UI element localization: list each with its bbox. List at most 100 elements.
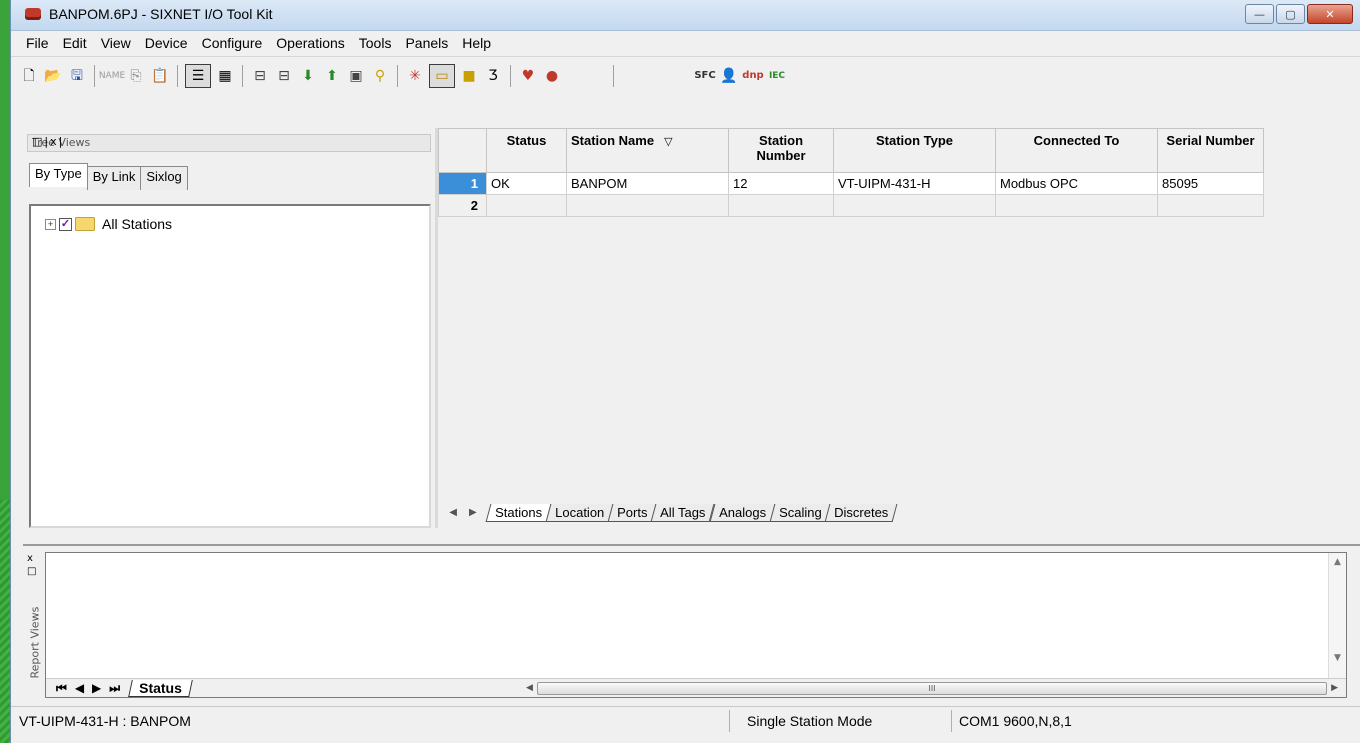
event-icon[interactable]: ● <box>542 66 562 86</box>
record-nav: ⏮ ◀ ▶ ⏭ <box>46 681 120 696</box>
upload-icon[interactable]: ⬆ <box>322 66 342 86</box>
maximize-button[interactable]: ▢ <box>1276 4 1305 24</box>
read-icon[interactable]: ▣ <box>346 66 366 86</box>
menu-view[interactable]: View <box>94 35 138 51</box>
cell-connected-to[interactable] <box>995 194 1158 217</box>
scroll-right-icon[interactable]: ▶ <box>1331 683 1338 693</box>
monitor-icon[interactable]: ▭ <box>429 64 455 88</box>
menu-device[interactable]: Device <box>138 35 195 51</box>
menu-edit[interactable]: Edit <box>56 35 94 51</box>
open-icon[interactable]: 📂 <box>43 66 63 86</box>
column-header-serial-number[interactable]: Serial Number <box>1157 128 1264 173</box>
report-views-close-icon[interactable]: x □ <box>27 552 36 578</box>
menu-configure[interactable]: Configure <box>195 35 270 51</box>
status-bar: VT-UIPM-431-H : BANPOM Single Station Mo… <box>11 706 1360 735</box>
menu-panels[interactable]: Panels <box>398 35 455 51</box>
cell-connected-to[interactable]: Modbus OPC <box>995 172 1158 195</box>
scroll-left-icon[interactable]: ◀ <box>526 683 533 693</box>
column-header-station-number[interactable]: Station Number <box>728 128 834 173</box>
toolbar-row: 🗋 📂 🖫 NAME ⎘ 📋 ☰ ▦ ⊟ ⊟ ⬇ ⬆ ▣ ⚲ ✳ ▭ ■ Ʒ ♥… <box>19 64 787 88</box>
checkbox-icon[interactable]: ✓ <box>59 217 72 231</box>
column-header-status[interactable]: Status <box>486 128 567 173</box>
rename-icon[interactable]: NAME <box>99 66 125 86</box>
status-port: COM1 9600,N,8,1 <box>959 713 1072 729</box>
column-header-station-type[interactable]: Station Type <box>833 128 996 173</box>
tree-node-all-stations[interactable]: + ✓ All Stations <box>45 216 172 232</box>
sheet-tab-ports[interactable]: Ports <box>607 504 657 522</box>
cell-station-number[interactable] <box>728 194 834 217</box>
tab-scroll-right-icon[interactable]: ▶ <box>469 507 477 518</box>
tab-by-type[interactable]: By Type <box>29 163 88 187</box>
toolbar-separator <box>510 65 511 87</box>
cell-serial-number[interactable] <box>1157 194 1264 217</box>
user-icon[interactable]: 👤 <box>719 66 739 86</box>
row-number[interactable]: 2 <box>438 194 487 217</box>
list-view-icon[interactable]: ☰ <box>185 64 211 88</box>
copy-icon[interactable]: ⎘ <box>126 66 146 86</box>
paste-icon[interactable]: 📋 <box>150 66 170 86</box>
menu-operations[interactable]: Operations <box>269 35 351 51</box>
first-record-icon[interactable]: ⏮ <box>56 681 67 696</box>
cell-station-name[interactable] <box>566 194 729 217</box>
next-record-icon[interactable]: ▶ <box>92 681 101 696</box>
corner-header[interactable] <box>438 128 487 173</box>
cell-station-type[interactable] <box>833 194 996 217</box>
tool-icon[interactable]: Ʒ <box>483 66 503 86</box>
scroll-thumb[interactable]: III <box>536 681 1328 695</box>
iec-icon[interactable]: IEC <box>767 66 787 86</box>
column-header-connected-to[interactable]: Connected To <box>995 128 1158 173</box>
sfc-icon[interactable]: SFC <box>694 66 715 86</box>
sheet-tab-analogs[interactable]: Analogs <box>709 504 776 522</box>
sheet-tab-label: Location <box>555 505 605 520</box>
tree-view: + ✓ All Stations <box>29 204 431 528</box>
toolbar: 🗋 📂 🖫 NAME ⎘ 📋 ☰ ▦ ⊟ ⊟ ⬇ ⬆ ▣ ⚲ ✳ ▭ ■ Ʒ ♥… <box>11 56 1360 127</box>
sheet-tab-all-tags[interactable]: All Tags <box>651 504 716 522</box>
minimize-button[interactable]: — <box>1245 4 1274 24</box>
io-test-icon[interactable]: ✳ <box>405 66 425 86</box>
find-icon[interactable]: ⚲ <box>370 66 390 86</box>
scroll-up-icon[interactable]: ▲ <box>1329 557 1346 567</box>
save-icon[interactable]: 🖫 <box>67 66 87 86</box>
add-station-icon[interactable]: ⊟ <box>250 66 270 86</box>
cell-station-number[interactable]: 12 <box>728 172 834 195</box>
tab-sixlog[interactable]: Sixlog <box>140 166 188 190</box>
last-record-icon[interactable]: ⏭ <box>109 681 120 696</box>
report-views-sidebar: x □ Report Views <box>23 552 43 697</box>
dnp-icon[interactable]: dnp <box>742 66 763 86</box>
sheet-tab-scaling[interactable]: Scaling <box>769 504 831 522</box>
download-icon[interactable]: ⬇ <box>298 66 318 86</box>
row-number[interactable]: 1 <box>438 172 487 195</box>
cell-station-type[interactable]: VT-UIPM-431-H <box>833 172 996 195</box>
new-icon[interactable]: 🗋 <box>19 66 39 86</box>
prev-record-icon[interactable]: ◀ <box>75 681 84 696</box>
cell-station-name[interactable]: BANPOM <box>566 172 729 195</box>
sheet-tab-stations[interactable]: Stations <box>485 504 552 522</box>
scroll-down-icon[interactable]: ▼ <box>1329 653 1346 663</box>
report-views-panel: x □ Report Views ▲ ▼ ⏮ ◀ ▶ ⏭ Status ◀ III… <box>23 544 1360 702</box>
report-tab-status[interactable]: Status <box>128 679 193 697</box>
table-row[interactable]: 1 OK BANPOM 12 VT-UIPM-431-H Modbus OPC … <box>438 172 1264 195</box>
close-button[interactable]: ✕ <box>1307 4 1353 24</box>
column-header-station-name[interactable]: Station Name ▽ <box>566 128 729 173</box>
table-row[interactable]: 2 <box>438 194 1264 217</box>
tab-scroll-left-icon[interactable]: ◀ <box>449 507 457 518</box>
sheet-tab-discretes[interactable]: Discretes <box>824 504 899 522</box>
diagnostic-icon[interactable]: ♥ <box>518 66 538 86</box>
menu-file[interactable]: File <box>19 35 56 51</box>
menu-help[interactable]: Help <box>455 35 498 51</box>
cell-serial-number[interactable]: 85095 <box>1157 172 1264 195</box>
grid-view-icon[interactable]: ▦ <box>215 66 235 86</box>
tree-views-controls[interactable]: □|x| <box>32 135 426 148</box>
tab-by-link[interactable]: By Link <box>86 166 142 190</box>
sheet-tabs: ◀ ▶ Stations Location Ports All Tags Ana… <box>438 500 899 522</box>
cell-status[interactable]: OK <box>486 172 567 195</box>
horizontal-scrollbar[interactable]: ◀ III ▶ <box>526 681 1338 695</box>
station-icon[interactable]: ⊟ <box>274 66 294 86</box>
status-station: VT-UIPM-431-H : BANPOM <box>19 713 191 729</box>
module-icon[interactable]: ■ <box>459 66 479 86</box>
cell-status[interactable] <box>486 194 567 217</box>
vertical-scrollbar[interactable]: ▲ ▼ <box>1328 553 1346 679</box>
sheet-tab-location[interactable]: Location <box>545 504 614 522</box>
menu-tools[interactable]: Tools <box>352 35 399 51</box>
expand-icon[interactable]: + <box>45 218 56 230</box>
